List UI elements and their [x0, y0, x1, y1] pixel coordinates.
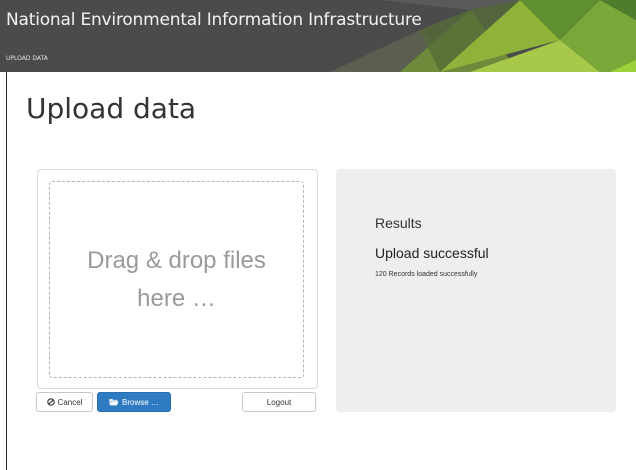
page-edge-line — [6, 72, 7, 470]
results-title: Results — [375, 215, 422, 231]
cancel-icon — [46, 398, 55, 406]
browse-button[interactable]: Browse … — [97, 392, 171, 412]
cancel-label: Cancel — [57, 397, 83, 407]
file-dropzone[interactable]: Drag & drop files here … — [49, 181, 304, 378]
results-panel: Results Upload successful 120 Records lo… — [336, 169, 616, 412]
breadcrumb[interactable]: UPLOAD DATA — [6, 55, 48, 62]
site-title: National Environmental Information Infra… — [6, 10, 422, 30]
browse-label: Browse … — [122, 397, 159, 407]
upload-status: Upload successful — [375, 245, 489, 261]
dropzone-text: Drag & drop files here … — [87, 246, 266, 312]
logout-button[interactable]: Logout — [242, 392, 316, 412]
upload-panel: Drag & drop files here … — [37, 169, 318, 389]
logout-label: Logout — [266, 397, 292, 407]
folder-open-icon — [109, 398, 119, 406]
cancel-button[interactable]: Cancel — [36, 392, 93, 412]
page-title: Upload data — [26, 92, 197, 125]
upload-detail: 120 Records loaded successfully — [375, 271, 478, 278]
header-banner: National Environmental Information Infra… — [0, 0, 636, 72]
